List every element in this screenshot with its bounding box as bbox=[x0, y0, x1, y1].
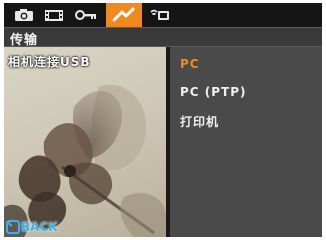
menu-item-pc[interactable]: PC bbox=[180, 57, 200, 71]
menu-tab-bar bbox=[4, 3, 322, 27]
wifi-icon bbox=[150, 9, 169, 20]
camera-screen: 传输 相机连接USB BACK PC PC (PTP) 打印机 bbox=[4, 3, 322, 237]
photo-preview: 相机连接USB BACK bbox=[4, 47, 166, 237]
flower-photo bbox=[4, 84, 166, 237]
tab-setup[interactable] bbox=[72, 5, 100, 25]
menu-item-printer[interactable]: 打印机 bbox=[180, 113, 219, 130]
tab-camera[interactable] bbox=[10, 5, 38, 25]
key-icon bbox=[75, 10, 96, 20]
page-title: 传输 bbox=[10, 33, 39, 48]
camera-icon bbox=[15, 9, 33, 21]
back-label: BACK bbox=[21, 220, 58, 234]
tab-playback[interactable] bbox=[40, 5, 68, 25]
tab-settings[interactable] bbox=[106, 3, 142, 27]
wrench-icon bbox=[112, 7, 135, 22]
film-icon bbox=[45, 10, 63, 21]
tab-wifi[interactable] bbox=[146, 5, 174, 25]
title-bar: 传输 bbox=[4, 27, 322, 48]
back-button[interactable]: BACK bbox=[6, 219, 58, 235]
back-arrow-icon bbox=[6, 219, 20, 234]
menu-item-pc-ptp[interactable]: PC (PTP) bbox=[180, 85, 247, 99]
usb-connection-label: 相机连接USB bbox=[8, 55, 91, 69]
usb-mode-menu: PC PC (PTP) 打印机 bbox=[170, 47, 322, 237]
